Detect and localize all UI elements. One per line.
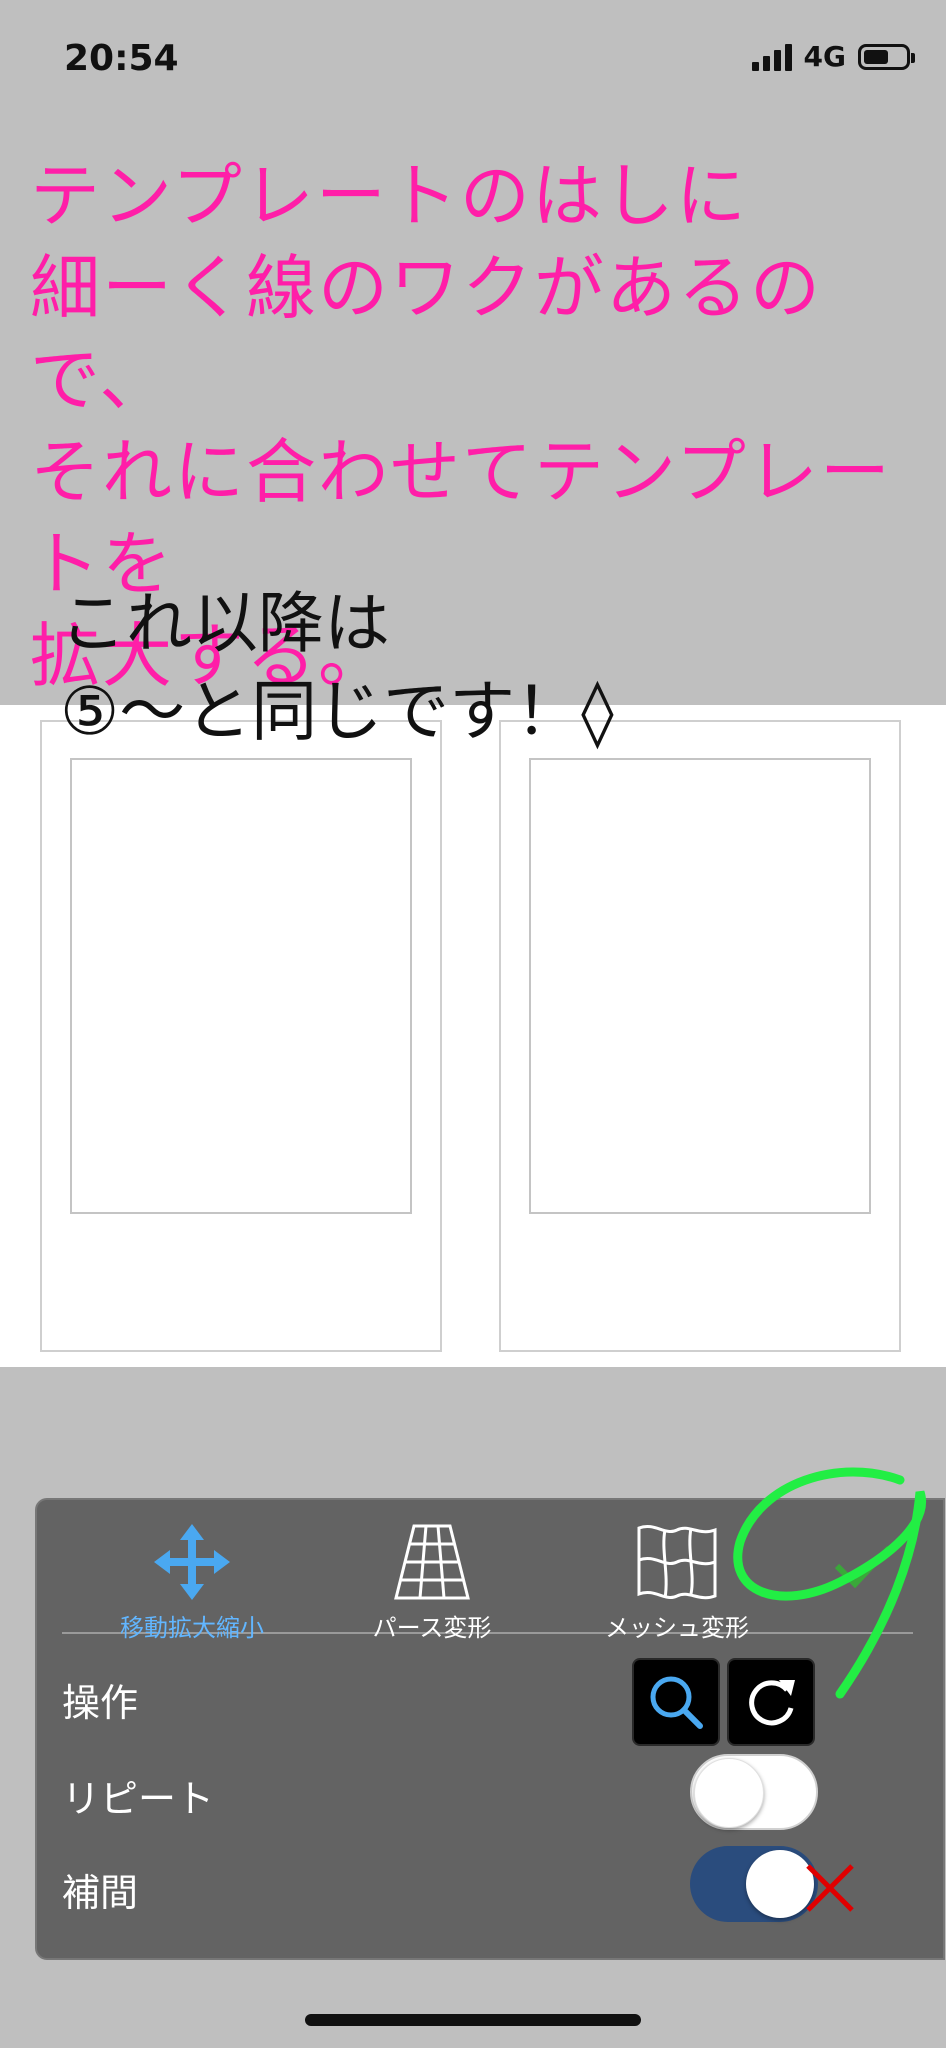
interpolate-label: 補間 bbox=[62, 1871, 139, 1915]
repeat-toggle[interactable] bbox=[690, 1754, 818, 1830]
zoom-tool-button[interactable] bbox=[632, 1658, 720, 1746]
operation-row: 操作 bbox=[62, 1650, 913, 1746]
operation-label: 操作 bbox=[62, 1681, 139, 1725]
cancel-button[interactable] bbox=[800, 1858, 860, 1918]
rotate-tool-button[interactable] bbox=[727, 1658, 815, 1746]
interpolate-row: 補間 bbox=[62, 1840, 913, 1932]
zoom-icon bbox=[650, 1676, 703, 1729]
close-icon bbox=[806, 1864, 854, 1912]
home-indicator[interactable] bbox=[305, 2014, 641, 2026]
battery-icon bbox=[858, 43, 915, 70]
status-indicators: 4G bbox=[751, 40, 915, 73]
network-type: 4G bbox=[803, 40, 846, 73]
repeat-toggle-knob bbox=[694, 1758, 764, 1828]
perspective-grid-icon bbox=[394, 1524, 470, 1600]
interpolate-toggle[interactable] bbox=[690, 1846, 818, 1922]
tab-mesh[interactable]: メッシュ変形 bbox=[582, 1522, 772, 1642]
template-page-right bbox=[499, 720, 901, 1352]
signal-icon bbox=[751, 43, 792, 71]
mesh-warp-icon bbox=[637, 1525, 717, 1600]
checkmark-icon bbox=[834, 1545, 892, 1589]
template-page-left bbox=[40, 720, 442, 1352]
confirm-button[interactable] bbox=[817, 1522, 907, 1612]
template-frame-right bbox=[529, 758, 871, 1214]
template-frame-left bbox=[70, 758, 412, 1214]
tab-move-scale[interactable]: 移動拡大縮小 bbox=[97, 1522, 287, 1642]
tab-perspective[interactable]: パース変形 bbox=[337, 1522, 527, 1642]
followup-note: これ以降は ⑤〜と同じです！◊ bbox=[60, 585, 614, 750]
repeat-label: リピート bbox=[62, 1777, 215, 1821]
repeat-row: リピート bbox=[62, 1746, 913, 1838]
move-arrows-icon bbox=[154, 1524, 230, 1600]
tab-perspective-label: パース変形 bbox=[372, 1614, 492, 1642]
tab-move-scale-label: 移動拡大縮小 bbox=[120, 1614, 264, 1642]
status-time: 20:54 bbox=[64, 38, 179, 79]
transform-mode-tabs: 移動拡大縮小 パース変形 メッシュ変形 bbox=[62, 1522, 913, 1642]
rotate-icon bbox=[749, 1680, 795, 1726]
tab-mesh-label: メッシュ変形 bbox=[605, 1614, 749, 1642]
canvas[interactable] bbox=[0, 705, 946, 1367]
